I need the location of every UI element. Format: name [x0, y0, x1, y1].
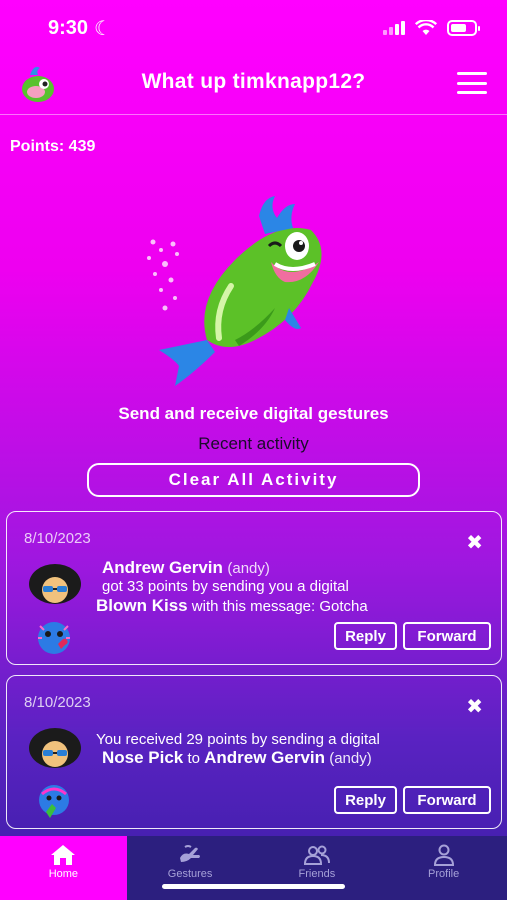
- reply-button[interactable]: Reply: [334, 622, 397, 650]
- close-icon[interactable]: ✖: [466, 694, 483, 719]
- hamburger-menu-icon[interactable]: [457, 72, 487, 94]
- tab-label: Profile: [428, 868, 460, 880]
- recipient-handle: (andy): [329, 750, 372, 767]
- tab-label: Home: [48, 868, 79, 880]
- activity-message: Blown Kiss with this message: Gotcha: [96, 596, 368, 616]
- blown-kiss-gesture-icon: [38, 622, 70, 654]
- points-counter: Points: 439: [10, 138, 96, 155]
- tab-home[interactable]: Home: [0, 836, 127, 900]
- wifi-icon: [415, 20, 437, 35]
- tab-label: Friends: [298, 868, 336, 880]
- moon-icon: ☾: [94, 17, 112, 40]
- page-title: What up timknapp12?: [141, 70, 366, 93]
- bottom-tab-bar: Home Gestures Friends Profile: [0, 836, 507, 900]
- app-header: What up timknapp12?: [0, 56, 507, 112]
- tagline: Send and receive digital gestures: [118, 404, 389, 423]
- tab-friends[interactable]: Friends: [254, 836, 381, 900]
- message-text: with this message: Gotcha: [191, 598, 368, 615]
- home-indicator: [162, 884, 345, 889]
- cellular-signal-icon: [383, 21, 405, 35]
- sender-name[interactable]: Andrew Gervin: [102, 558, 223, 577]
- tab-profile[interactable]: Profile: [380, 836, 507, 900]
- activity-description: You received 29 points by sending a digi…: [96, 731, 380, 748]
- recent-activity-label: Recent activity: [198, 434, 309, 453]
- status-time: 9:30 ☾: [48, 16, 112, 41]
- home-icon: [51, 845, 76, 865]
- gesture-name: Blown Kiss: [96, 596, 188, 615]
- tab-gestures[interactable]: Gestures: [127, 836, 254, 900]
- activity-date: 8/10/2023: [24, 530, 91, 547]
- user-avatar[interactable]: [29, 564, 81, 608]
- status-bar: 9:30 ☾: [0, 0, 507, 56]
- activity-sender: Andrew Gervin (andy): [102, 558, 270, 578]
- profile-icon: [433, 844, 454, 866]
- close-icon[interactable]: ✖: [466, 530, 483, 555]
- nose-pick-gesture-icon: [39, 785, 69, 818]
- whale-mascot-image: [147, 196, 322, 386]
- gesture-name: Nose Pick: [102, 748, 184, 767]
- recipient-name[interactable]: Andrew Gervin: [204, 748, 325, 767]
- header-divider: [0, 114, 507, 115]
- battery-icon: [447, 20, 480, 36]
- activity-date: 8/10/2023: [24, 694, 91, 711]
- to-text: to: [187, 750, 200, 767]
- forward-button[interactable]: Forward: [403, 786, 491, 814]
- forward-button[interactable]: Forward: [403, 622, 491, 650]
- activity-description: got 33 points by sending you a digital: [102, 578, 349, 595]
- clock-label: 9:30: [48, 16, 89, 39]
- activity-card: 8/10/2023 ✖ You received 29 points by se…: [6, 675, 502, 829]
- user-avatar[interactable]: [29, 728, 81, 772]
- activity-card: 8/10/2023 ✖ Andrew Gervin (andy) got 33 …: [6, 511, 502, 665]
- clear-all-activity-button[interactable]: Clear All Activity: [87, 463, 420, 497]
- status-icons: [383, 20, 480, 36]
- tab-label: Gestures: [167, 868, 213, 880]
- activity-recipient: Nose Pick to Andrew Gervin (andy): [102, 748, 372, 768]
- friends-icon: [303, 845, 330, 865]
- sender-handle: (andy): [227, 560, 270, 577]
- gestures-icon: [180, 845, 201, 862]
- reply-button[interactable]: Reply: [334, 786, 397, 814]
